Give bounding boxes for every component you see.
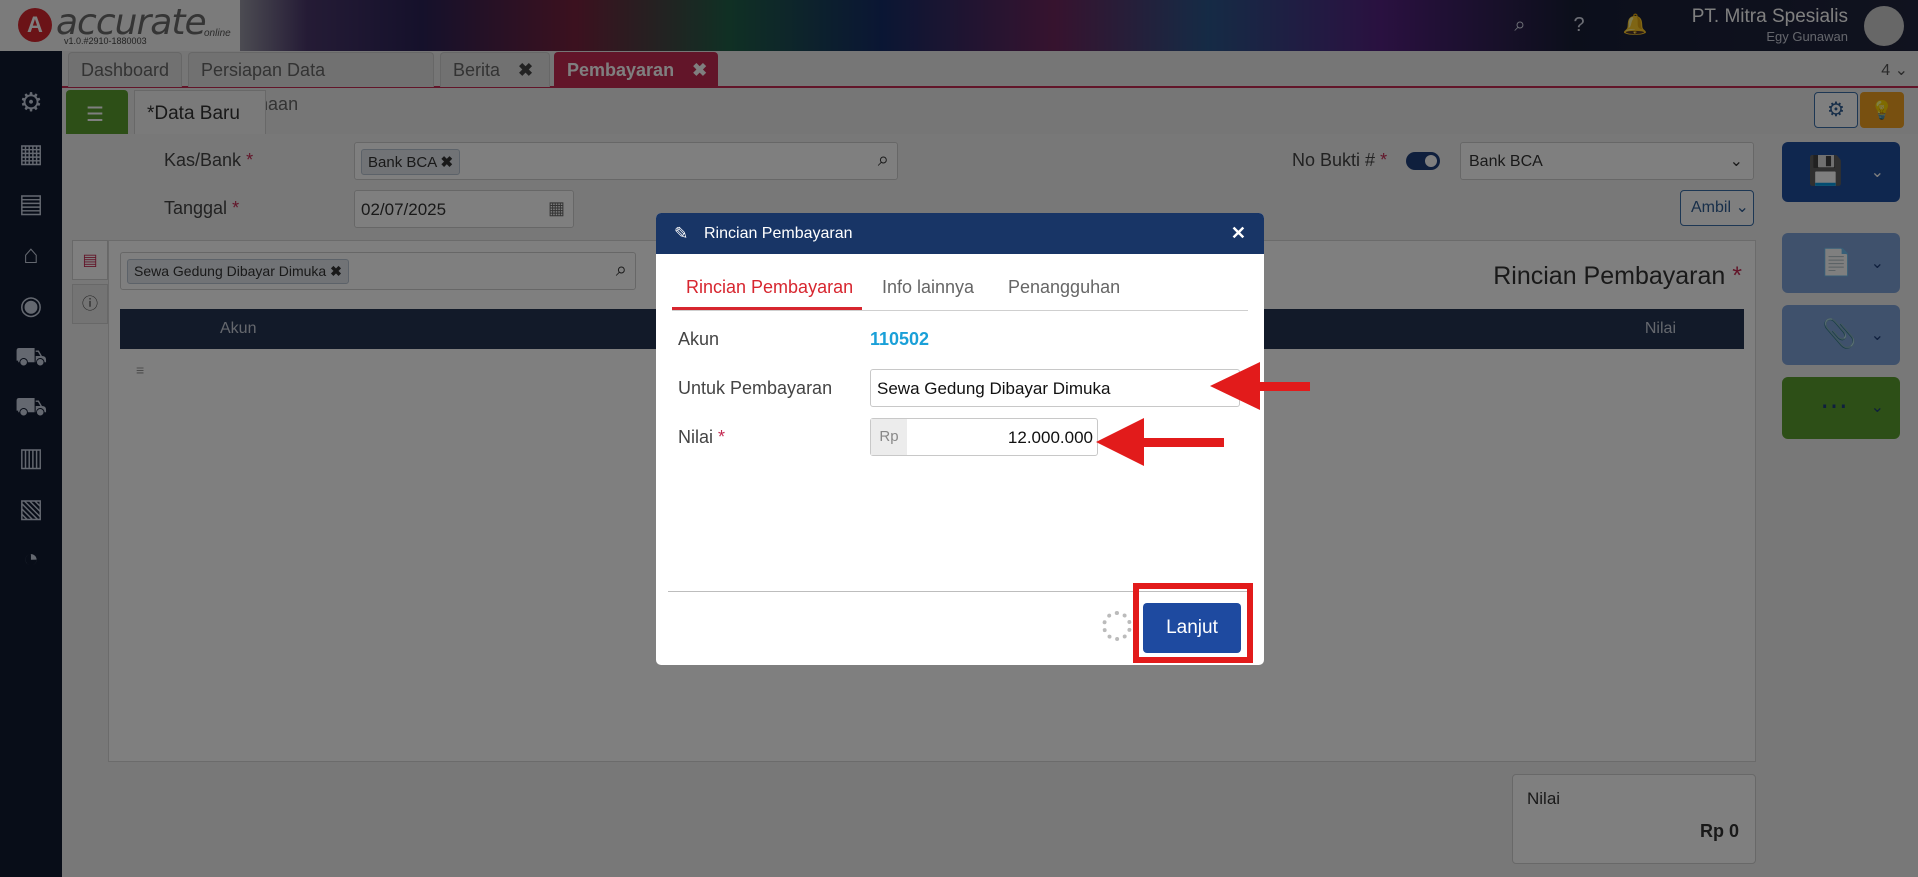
arrow-head — [1210, 362, 1260, 410]
nilai-input[interactable]: Rp 12.000.000 — [870, 418, 1098, 456]
nilai-label: Nilai * — [678, 427, 725, 448]
tab-divider — [672, 310, 1248, 311]
tab-penangguhan[interactable]: Penangguhan — [1008, 277, 1120, 298]
arrow-head — [1096, 418, 1144, 466]
untuk-pembayaran-label: Untuk Pembayaran — [678, 378, 833, 398]
currency-prefix: Rp — [871, 419, 907, 455]
required-mark: * — [718, 427, 726, 447]
akun-label: Akun — [678, 329, 720, 349]
pencil-icon: ✎ — [674, 224, 689, 243]
tab-rincian-pembayaran[interactable]: Rincian Pembayaran — [686, 277, 853, 298]
close-icon[interactable]: ✕ — [1231, 213, 1246, 254]
untuk-pembayaran-input[interactable]: Sewa Gedung Dibayar Dimuka — [870, 369, 1240, 407]
loading-spinner-icon — [1102, 611, 1132, 641]
akun-value[interactable]: 110502 — [870, 329, 929, 350]
arrow-line — [1258, 382, 1310, 391]
untuk-pembayaran-value: Sewa Gedung Dibayar Dimuka — [877, 379, 1111, 398]
nilai-value: 12.000.000 — [1007, 428, 1093, 447]
modal-title: Rincian Pembayaran — [704, 225, 853, 242]
annotation-box — [1133, 583, 1253, 663]
tab-info-lainnya[interactable]: Info lainnya — [882, 277, 974, 298]
arrow-line — [1142, 438, 1224, 447]
modal-header: ✎ Rincian Pembayaran ✕ — [656, 213, 1264, 254]
nilai-label-text: Nilai — [678, 427, 714, 447]
